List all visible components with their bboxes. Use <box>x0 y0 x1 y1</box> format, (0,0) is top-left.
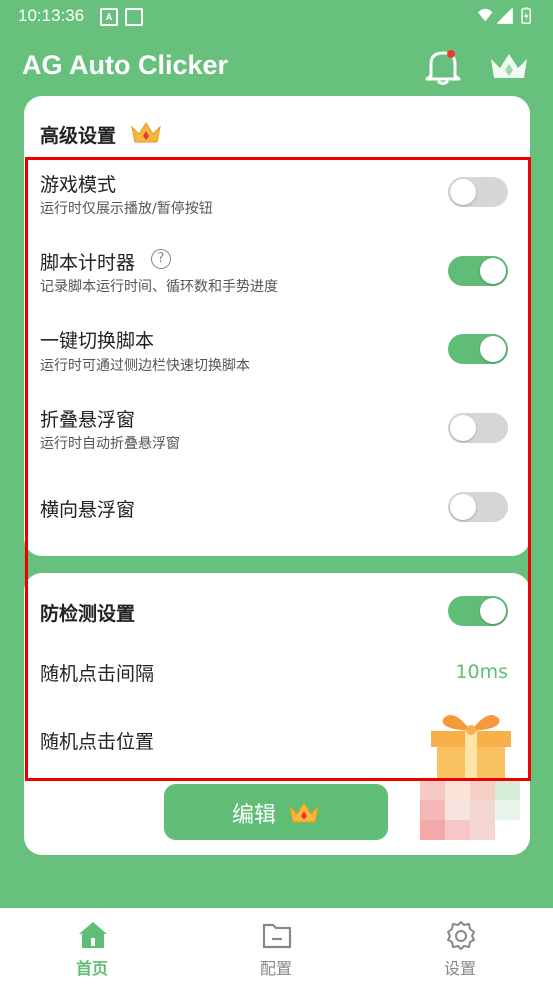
folder-icon <box>262 923 292 949</box>
a-notification-icon: A <box>100 8 118 26</box>
edit-crown-icon <box>289 802 319 823</box>
nav-home-label: 首页 <box>75 959 108 978</box>
status-bar: 10:13:36 A <box>0 0 553 34</box>
edit-button-label: 编辑 <box>232 803 277 828</box>
nav-config-label: 配置 <box>259 959 292 978</box>
status-time: 10:13:36 <box>18 6 85 25</box>
notification-bell-icon[interactable] <box>424 46 462 86</box>
nav-settings-label: 设置 <box>443 959 476 978</box>
highlight-box <box>25 157 531 781</box>
nav-settings[interactable]: 设置 <box>368 908 552 984</box>
nav-home[interactable]: 首页 <box>0 908 184 984</box>
mail-notification-icon <box>125 8 143 26</box>
bottom-nav: 首页 配置 设置 <box>0 908 553 984</box>
home-icon <box>79 922 107 948</box>
vip-crown-icon <box>131 122 161 143</box>
gear-icon <box>447 921 475 950</box>
wifi-signal-battery-icon <box>478 7 531 24</box>
advanced-settings-title: 高级设置 <box>40 125 117 147</box>
edit-button[interactable]: 编辑 <box>164 784 388 840</box>
pixelated-ad-area <box>420 780 520 850</box>
nav-config[interactable]: 配置 <box>184 908 368 984</box>
premium-crown-icon[interactable] <box>488 50 530 82</box>
app-title: AG Auto Clicker <box>22 50 229 80</box>
